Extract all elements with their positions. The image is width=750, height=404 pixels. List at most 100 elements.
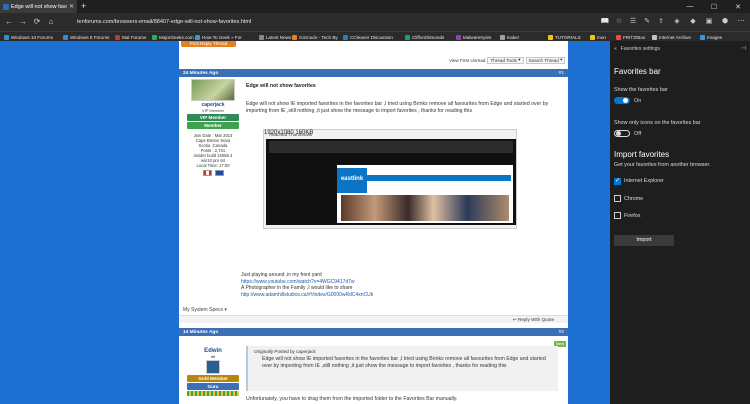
extension-icon[interactable]: ◈ xyxy=(672,17,682,27)
chrome-checkbox[interactable] xyxy=(614,195,621,202)
bookmark-icon xyxy=(548,34,553,40)
maximize-button[interactable]: ☐ xyxy=(702,0,726,13)
pane-title: Favorites settings xyxy=(620,46,660,52)
more-icon[interactable]: ⋯ xyxy=(736,17,746,27)
thumbnail-site: eastlink xyxy=(337,165,513,223)
bookmark-icon xyxy=(4,34,9,40)
quote-text: Edge will not show IE imported favorites… xyxy=(262,356,546,370)
quote-block: Originally Posted by caperjack Edge will… xyxy=(246,346,558,391)
attached-label: Attached Thumbnails xyxy=(269,132,313,137)
view-first-unread-link[interactable]: View First Unread xyxy=(449,58,485,63)
user-info: Edwin ♦♦ Gold Member Guru xyxy=(183,347,243,396)
bookmark-icon xyxy=(590,34,595,40)
notes-icon[interactable]: ✎ xyxy=(642,17,652,27)
extension-icon-3[interactable]: ▣ xyxy=(704,17,714,27)
new-tab-button[interactable]: + xyxy=(81,1,86,12)
rep-bar xyxy=(187,391,239,396)
user-title: VIP Member xyxy=(201,108,225,113)
bookmark-icon xyxy=(195,34,200,40)
post-title: Edge will not show favorites xyxy=(246,83,316,89)
browser-option-label: Internet Explorer xyxy=(624,178,664,184)
shield-icon[interactable]: ⬢ xyxy=(720,17,730,27)
signature-line: Just playing around ,in my front yard xyxy=(241,272,322,278)
signature-line: A Photographer in the Family ,I would li… xyxy=(241,285,353,292)
import-description: Get your favorites from another browser. xyxy=(614,162,711,168)
eastlink-logo: eastlink xyxy=(337,168,367,193)
forward-icon[interactable]: → xyxy=(17,16,29,28)
icons-only-toggle[interactable] xyxy=(614,130,630,137)
close-window-button[interactable]: ✕ xyxy=(726,0,750,13)
bookmark-icon xyxy=(343,34,348,40)
post-number[interactable]: #2 xyxy=(559,330,564,335)
thread-nav: View First Unread Thread Tools ▾ Search … xyxy=(449,56,566,64)
thread-tools-dropdown[interactable]: Thread Tools ▾ xyxy=(487,56,524,64)
web-page: Post Reply Thread View First Unread Thre… xyxy=(0,41,610,404)
reply-with-quote-button[interactable]: ↩ Reply With Quote xyxy=(513,317,554,323)
avatar[interactable] xyxy=(191,79,235,101)
show-favorites-bar-toggle[interactable] xyxy=(614,97,630,104)
signature-link[interactable]: https://www.youtube.com/watch?v=4WGC9417… xyxy=(241,279,373,286)
gold-rank-badge: Gold Member xyxy=(187,375,239,382)
toggle-state-on: On xyxy=(634,98,642,104)
favorites-bar-heading: Favorites bar xyxy=(614,67,661,76)
refresh-icon[interactable]: ⟳ xyxy=(31,16,43,28)
import-favorites-heading: Import favorites xyxy=(614,150,670,159)
favorite-star-icon[interactable]: ☆ xyxy=(614,17,624,27)
internet-explorer-checkbox[interactable]: ✓ xyxy=(614,178,621,185)
tab-close-icon[interactable]: ✕ xyxy=(69,3,77,10)
attachment-thumbnail[interactable]: eastlink xyxy=(266,139,516,225)
post-reply-button[interactable]: Post Reply Thread xyxy=(181,41,236,47)
post-body: Unfortunately, you have to drag them fro… xyxy=(246,396,458,402)
system-specs-link[interactable]: My System Specs ▾ xyxy=(183,307,227,313)
quote-author[interactable]: Originally Posted by caperjack xyxy=(254,349,552,354)
url-field[interactable]: tenforums.com/browsers-email/88407-edge-… xyxy=(77,16,597,28)
post-time: 14 Minutes Ago xyxy=(183,329,219,335)
pane-header: « Favorites settings xyxy=(614,46,660,52)
thumbnail-banner xyxy=(341,195,509,221)
show-bar-label: Show the favorites bar xyxy=(614,87,668,93)
bookmark-icon xyxy=(152,34,157,40)
post-header: 24 Minutes Ago #1 xyxy=(179,69,568,77)
hub-icon[interactable]: ☰ xyxy=(628,17,638,27)
back-icon[interactable]: ← xyxy=(3,16,15,28)
signature-link[interactable]: http://www.adamhillstudios.ca/#!/index/G… xyxy=(241,292,373,299)
extension-icon-2[interactable]: ◆ xyxy=(688,17,698,27)
title-bar: Edge will not show favo ✕ + — ☐ ✕ xyxy=(0,0,750,13)
bookmark-icon xyxy=(259,34,264,40)
post-footer: ↩ Reply With Quote xyxy=(179,315,568,323)
post-time: 24 Minutes Ago xyxy=(183,70,219,76)
avatar[interactable] xyxy=(206,360,220,374)
post-body: Edge will not show IE imported favorites… xyxy=(246,101,549,115)
local-time: Local Time: 17:00 xyxy=(196,163,230,168)
reading-view-icon[interactable]: 📖 xyxy=(600,17,610,27)
bookmark-icon xyxy=(405,34,410,40)
user-title: ♦♦ xyxy=(210,354,216,359)
guru-rank-badge: Guru xyxy=(187,383,239,390)
nova-scotia-flag-icon xyxy=(214,170,224,176)
bookmark-icon xyxy=(63,34,68,40)
post-number[interactable]: #1 xyxy=(559,71,564,76)
browser-option-label: Firefox xyxy=(624,213,641,219)
share-icon[interactable]: ⇪ xyxy=(656,17,666,27)
tab-title: Edge will not show favo xyxy=(11,3,67,10)
browser-option-label: Chrome xyxy=(624,196,644,202)
bookmark-icon xyxy=(616,34,621,40)
bookmark-icon xyxy=(500,34,505,40)
import-button[interactable]: Import xyxy=(614,235,674,246)
user-info: caperjack VIP Member VIP Member Member J… xyxy=(183,79,243,176)
search-thread-dropdown[interactable]: Search Thread ▾ xyxy=(525,56,566,64)
favorites-settings-pane: « Favorites settings ⊣ Favorites bar Sho… xyxy=(610,41,750,404)
pane-back-icon[interactable]: « xyxy=(614,46,617,52)
post-header: 14 Minutes Ago #2 xyxy=(179,328,568,336)
toggle-state-off: Off xyxy=(634,131,642,137)
address-bar-row: ← → ⟳ ⌂ tenforums.com/browsers-email/884… xyxy=(0,13,750,31)
firefox-checkbox[interactable] xyxy=(614,212,621,219)
active-tab[interactable]: Edge will not show favo ✕ xyxy=(0,0,77,13)
home-icon[interactable]: ⌂ xyxy=(45,16,57,28)
bookmark-icon xyxy=(115,34,120,40)
bookmark-icon xyxy=(292,34,297,40)
minimize-button[interactable]: — xyxy=(678,0,702,13)
thumbnail-browser-chrome xyxy=(269,141,513,153)
pin-pane-icon[interactable]: ⊣ xyxy=(741,45,746,52)
site-favicon xyxy=(3,3,9,10)
